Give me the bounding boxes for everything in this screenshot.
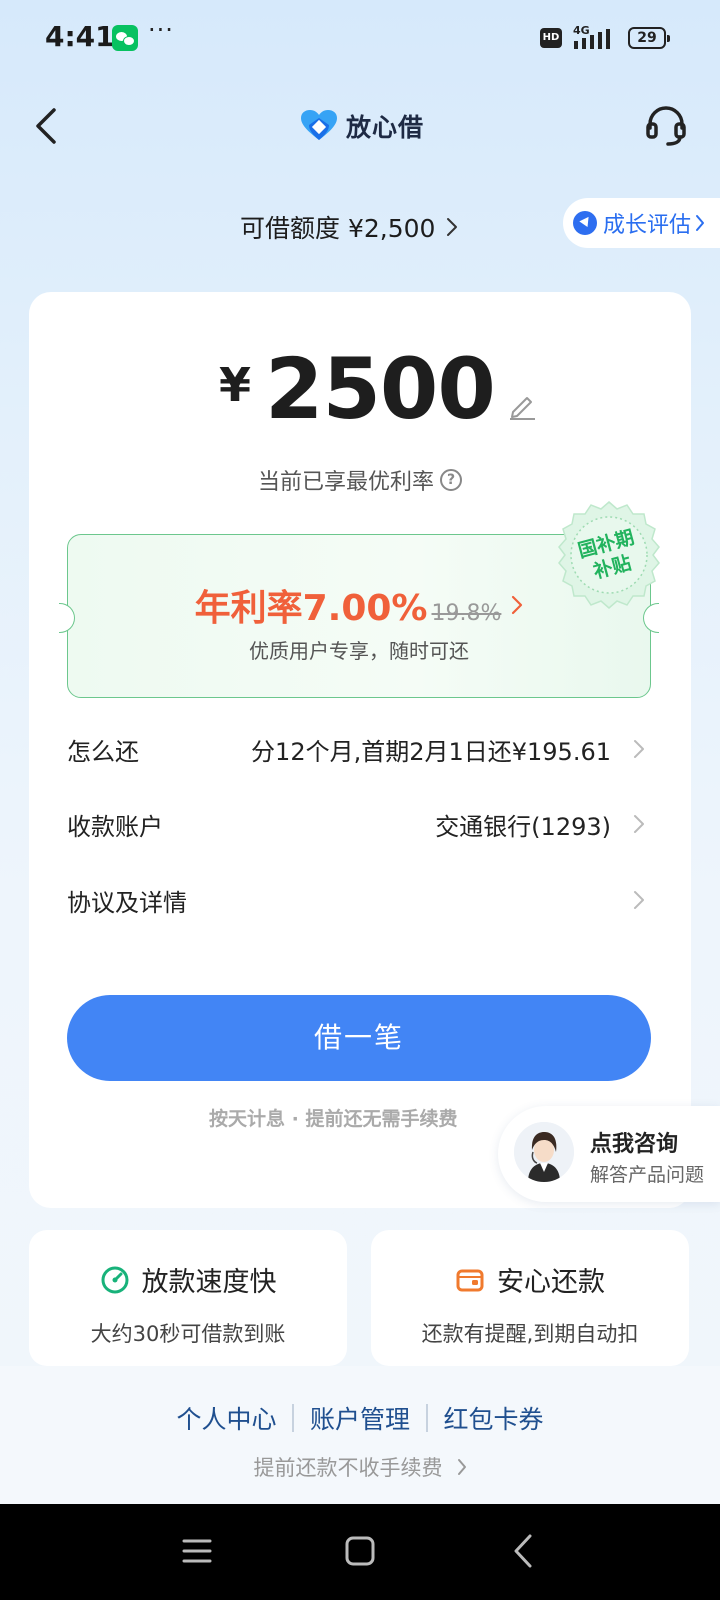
rate-subtitle: 优质用户专享，随时可还 <box>249 639 469 663</box>
consult-button[interactable]: 点我咨询 解答产品问题 <box>498 1106 720 1202</box>
status-bar: 4:41 ··· HD 4G 29 <box>0 0 720 78</box>
link-account-management[interactable]: 账户管理 <box>294 1400 426 1436</box>
borrow-button[interactable]: 借一笔 <box>67 995 651 1081</box>
original-rate: 19.8% <box>431 601 502 626</box>
interest-note: 按天计息 · 提前还无需手续费 <box>209 1108 458 1130</box>
bottom-links: 个人中心 账户管理 红包卡券 <box>0 1400 720 1436</box>
edit-pencil-icon[interactable] <box>507 390 537 420</box>
prepay-note-link[interactable]: 提前还款不收手续费 <box>0 1452 720 1482</box>
wallet-icon <box>456 1269 484 1291</box>
link-coupons[interactable]: 红包卡券 <box>428 1400 560 1436</box>
rate-note: 当前已享最优利率 ? <box>29 464 691 496</box>
wechat-icon <box>112 25 138 51</box>
feature-fast-disbursement: 放款速度快 大约30秒可借款到账 <box>29 1230 347 1366</box>
link-personal-center[interactable]: 个人中心 <box>160 1400 292 1436</box>
consult-subtitle: 解答产品问题 <box>590 1164 705 1186</box>
detail-value: 交通银行(1293) <box>435 812 611 841</box>
detail-label: 收款账户 <box>67 812 163 841</box>
rate-note-text: 当前已享最优利率 <box>257 470 434 495</box>
loan-card: ¥ 2500 当前已享最优利率 ? 年利率7.00% 19.8% 优质用户专享，… <box>29 292 691 1208</box>
feature-desc: 还款有提醒,到期自动扣 <box>421 1322 639 1346</box>
hd-icon: HD <box>540 28 562 48</box>
bottom-links-band: 个人中心 账户管理 红包卡券 提前还款不收手续费 <box>0 1366 720 1504</box>
back-icon[interactable] <box>508 1532 538 1570</box>
agreement-details-row[interactable]: 协议及详情 <box>67 875 651 925</box>
feature-title: 放款速度快 <box>141 1267 277 1298</box>
repayment-plan-row[interactable]: 怎么还 分12个月,首期2月1日还¥195.61 <box>67 724 651 774</box>
growth-evaluation-label: 成长评估 <box>603 213 692 238</box>
app-brand: 放心借 <box>300 108 424 144</box>
chevron-right-icon <box>634 740 644 758</box>
detail-label: 怎么还 <box>67 737 139 766</box>
speed-clock-icon <box>101 1266 128 1293</box>
prepay-note-text: 提前还款不收手续费 <box>253 1456 443 1480</box>
chevron-right-icon <box>447 218 458 236</box>
recent-apps-icon[interactable] <box>180 1534 214 1568</box>
chevron-right-icon <box>457 1459 466 1475</box>
help-question-icon[interactable]: ? <box>440 469 462 491</box>
receiving-account-row[interactable]: 收款账户 交通银行(1293) <box>67 799 651 849</box>
currency-symbol: ¥ <box>219 358 252 412</box>
chevron-right-icon <box>634 891 644 909</box>
feature-title: 安心还款 <box>497 1267 605 1298</box>
status-more-dots: ··· <box>148 16 174 44</box>
feature-safe-repayment: 安心还款 还款有提醒,到期自动扣 <box>371 1230 689 1366</box>
growth-evaluation-button[interactable]: 成长评估 <box>563 198 720 248</box>
system-nav-bar <box>0 1504 720 1600</box>
advisor-avatar <box>514 1122 574 1182</box>
feature-head: 放款速度快 <box>29 1260 347 1299</box>
credit-limit-link[interactable]: 可借额度 ¥2,500 <box>240 210 459 244</box>
app-name: 放心借 <box>346 113 425 142</box>
consult-title: 点我咨询 <box>590 1132 679 1157</box>
amount-value: 2500 <box>265 340 496 438</box>
chevron-right-icon <box>512 595 523 615</box>
feature-head: 安心还款 <box>371 1260 689 1299</box>
chevron-right-icon <box>696 215 705 231</box>
status-time: 4:41 <box>45 20 115 53</box>
home-icon[interactable] <box>343 1534 377 1568</box>
brand-heart-logo <box>301 110 337 140</box>
back-arrow-icon[interactable] <box>28 104 68 148</box>
annual-rate: 年利率7.00% <box>194 588 428 629</box>
customer-service-headset-icon[interactable] <box>644 104 688 148</box>
battery-icon: 29 <box>628 27 670 49</box>
detail-label: 协议及详情 <box>67 888 187 917</box>
chevron-right-icon <box>634 815 644 833</box>
credit-limit-text: 可借额度 ¥2,500 <box>240 214 436 243</box>
detail-value: 分12个月,首期2月1日还¥195.61 <box>251 737 611 766</box>
feature-desc: 大约30秒可借款到账 <box>90 1322 286 1346</box>
signal-icon <box>574 29 610 49</box>
loan-amount[interactable]: ¥ 2500 <box>219 344 537 434</box>
growth-arrow-icon <box>573 211 597 235</box>
subsidy-seal-badge: 国补期 补贴 <box>558 501 660 609</box>
